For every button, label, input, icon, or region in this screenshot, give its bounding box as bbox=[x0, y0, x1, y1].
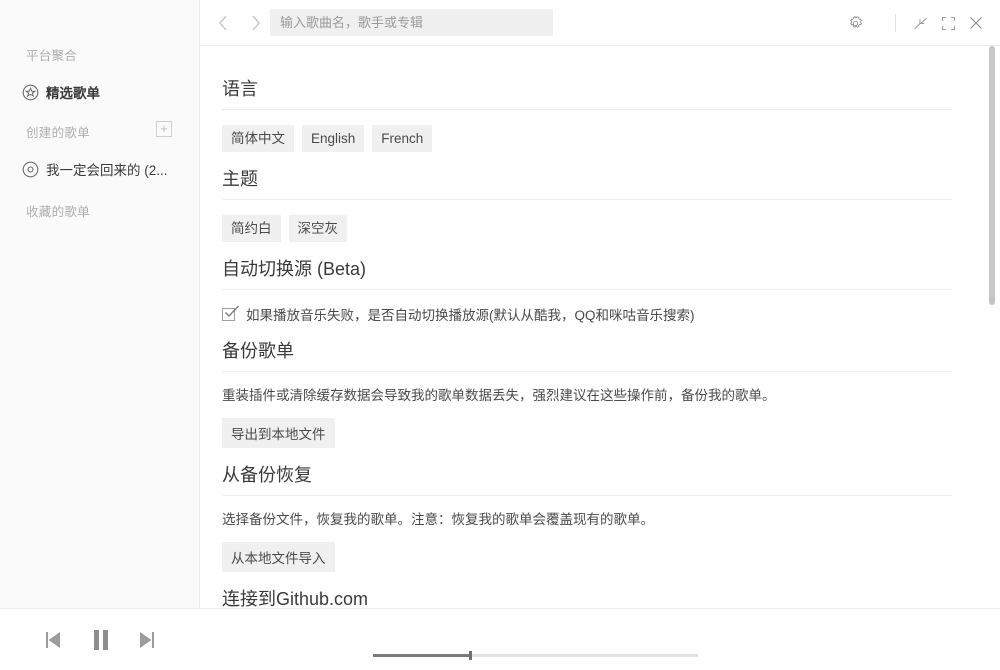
toolbar-divider bbox=[895, 14, 896, 32]
backup-description: 重装插件或清除缓存数据会导致我的歌单数据丢失，强烈建议在这些操作前，备份我的歌单… bbox=[222, 388, 776, 403]
disc-icon bbox=[22, 160, 46, 178]
language-chip-row: 简体中文 English French bbox=[222, 125, 965, 152]
gear-icon[interactable] bbox=[843, 11, 867, 35]
settings-panel: 语言 简体中文 English French 主题 简约白 深空灰 自动切换源 … bbox=[200, 46, 1000, 608]
progress-fill bbox=[373, 654, 469, 657]
chip-language-en[interactable]: English bbox=[302, 125, 365, 152]
chip-language-fr[interactable]: French bbox=[372, 125, 433, 152]
search-input[interactable] bbox=[270, 9, 553, 36]
skip-previous-icon[interactable] bbox=[40, 627, 66, 653]
checkbox-label: 如果播放音乐失败，是否自动切换播放源(默认从酷我，QQ和咪咕音乐搜索) bbox=[246, 308, 695, 323]
music-app-window: 平台聚合 精选歌单 创建的歌单 + 我一定会回来的 (2... 收藏的歌单 输入… bbox=[0, 0, 1000, 670]
section-rule bbox=[222, 371, 952, 372]
section-title: 连接到Github.com bbox=[222, 589, 369, 608]
section-title: 语言 bbox=[222, 79, 258, 99]
section-connect-github: 连接到Github.com bbox=[222, 572, 965, 608]
sidebar-item-playlist[interactable]: 我一定会回来的 (2... bbox=[0, 154, 199, 184]
top-toolbar bbox=[200, 0, 1000, 46]
sidebar-item-label: 精选歌单 bbox=[46, 86, 100, 101]
search-box[interactable] bbox=[270, 9, 553, 36]
sidebar-group-header: 收藏的歌单 bbox=[0, 204, 199, 220]
check-icon bbox=[225, 305, 240, 317]
sidebar-group-label: 平台聚合 bbox=[26, 49, 78, 63]
section-rule bbox=[222, 495, 952, 496]
section-theme: 主题 简约白 深空灰 bbox=[222, 152, 965, 242]
chip-language-zh[interactable]: 简体中文 bbox=[222, 125, 294, 152]
sidebar-item-featured-playlist[interactable]: 精选歌单 bbox=[0, 77, 199, 107]
auto-switch-checkbox-row[interactable]: 如果播放音乐失败，是否自动切换播放源(默认从酷我，QQ和咪咕音乐搜索) bbox=[222, 304, 965, 324]
sidebar-group-label: 收藏的歌单 bbox=[26, 205, 91, 219]
skip-next-icon[interactable] bbox=[134, 627, 160, 653]
chip-theme-dark[interactable]: 深空灰 bbox=[288, 215, 347, 242]
close-icon[interactable] bbox=[964, 11, 988, 35]
player-bar: 我一定会回来的 (2020重唱版) 陆虎 - 我一定会回来的 (2020重唱版)… bbox=[0, 608, 1000, 670]
chevron-left-icon[interactable] bbox=[212, 12, 234, 34]
section-restore-from-backup: 从备份恢复 选择备份文件，恢复我的歌单。注意：恢复我的歌单会覆盖现有的歌单。 从… bbox=[222, 448, 965, 572]
section-title: 自动切换源 (Beta) bbox=[222, 259, 367, 279]
export-to-local-file-button[interactable]: 导出到本地文件 bbox=[222, 418, 335, 448]
sidebar-group-platform: 平台聚合 精选歌单 bbox=[0, 0, 199, 107]
section-language: 语言 简体中文 English French bbox=[222, 62, 965, 152]
section-backup-playlist: 备份歌单 重装插件或清除缓存数据会导致我的歌单数据丢失，强烈建议在这些操作前，备… bbox=[222, 324, 965, 448]
section-auto-switch-source: 自动切换源 (Beta) 如果播放音乐失败，是否自动切换播放源(默认从酷我，QQ… bbox=[222, 242, 965, 324]
progress-bar[interactable] bbox=[373, 651, 698, 660]
pause-icon[interactable] bbox=[86, 625, 116, 655]
star-circle-icon bbox=[22, 83, 46, 101]
section-rule bbox=[222, 109, 952, 110]
section-title: 从备份恢复 bbox=[222, 465, 312, 485]
sidebar-group-favorites: 收藏的歌单 bbox=[0, 184, 199, 220]
chip-theme-light[interactable]: 简约白 bbox=[222, 215, 281, 242]
sidebar-item-label: 我一定会回来的 (2... bbox=[46, 163, 168, 178]
section-rule bbox=[222, 199, 952, 200]
progress-knob[interactable] bbox=[468, 651, 472, 660]
sidebar-group-header: 创建的歌单 + bbox=[0, 121, 199, 141]
section-title: 主题 bbox=[222, 169, 258, 189]
maximize-icon[interactable] bbox=[936, 11, 960, 35]
sidebar-group-created: 创建的歌单 + 我一定会回来的 (2... bbox=[0, 107, 199, 184]
scrollbar-track[interactable] bbox=[989, 46, 998, 608]
collapse-icon[interactable] bbox=[908, 11, 932, 35]
section-title: 备份歌单 bbox=[222, 341, 294, 361]
sidebar: 平台聚合 精选歌单 创建的歌单 + 我一定会回来的 (2... 收藏的歌单 bbox=[0, 0, 200, 608]
add-playlist-button[interactable]: + bbox=[156, 121, 172, 137]
import-from-local-file-button[interactable]: 从本地文件导入 bbox=[222, 542, 335, 572]
chevron-right-icon[interactable] bbox=[245, 12, 267, 34]
theme-chip-row: 简约白 深空灰 bbox=[222, 215, 965, 242]
restore-description: 选择备份文件，恢复我的歌单。注意：恢复我的歌单会覆盖现有的歌单。 bbox=[222, 512, 654, 527]
section-rule bbox=[222, 289, 952, 290]
scrollbar-thumb[interactable] bbox=[989, 46, 995, 305]
sidebar-group-header: 平台聚合 bbox=[0, 48, 199, 64]
checkbox[interactable] bbox=[222, 305, 240, 321]
